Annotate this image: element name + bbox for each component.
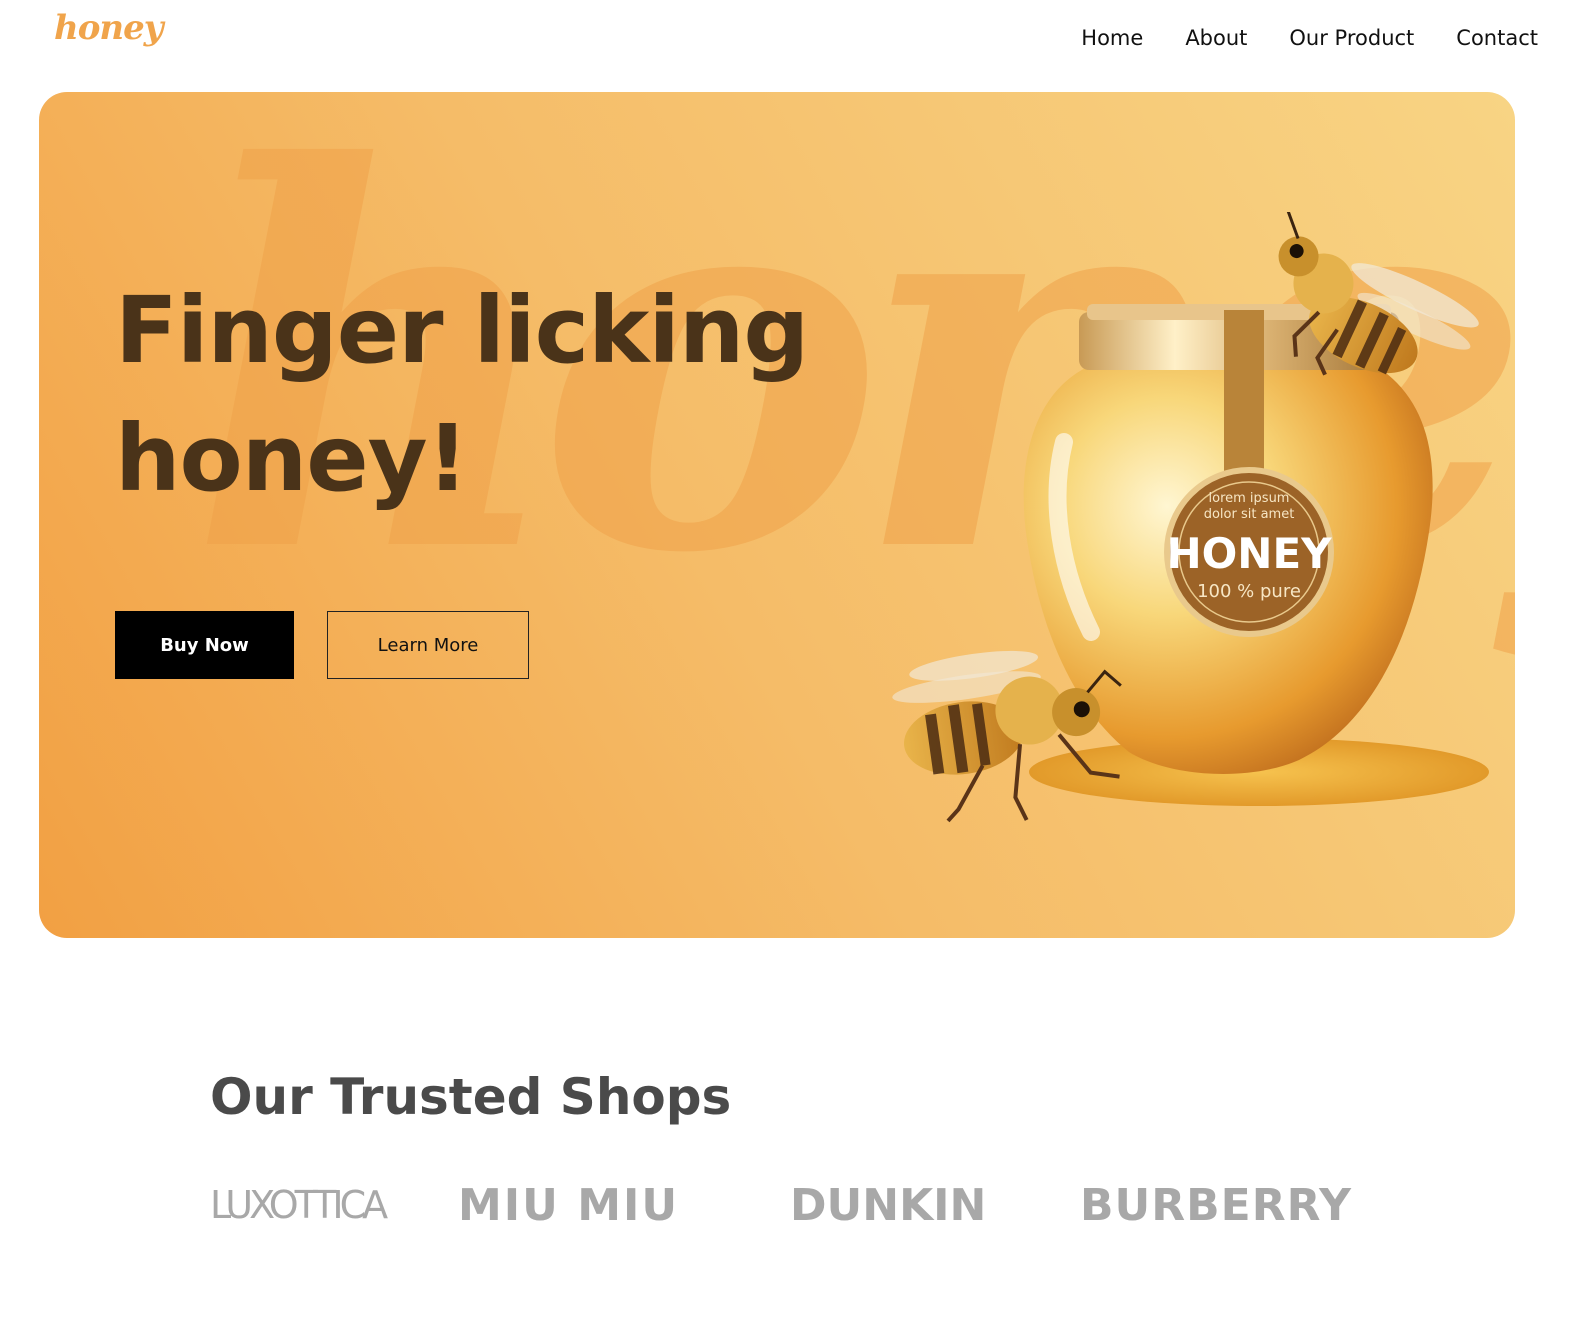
hero-banner: honey Finger licking honey! Buy Now Lear… xyxy=(39,92,1515,938)
hero-title-line1: Finger licking xyxy=(115,277,809,384)
nav-home[interactable]: Home xyxy=(1081,26,1143,50)
jar-ribbon xyxy=(1224,310,1264,490)
hero-title-line2: honey! xyxy=(115,405,469,512)
jar-label-line1: lorem ipsum xyxy=(1209,491,1290,506)
hero-title: Finger licking honey! xyxy=(115,267,875,523)
buy-now-button[interactable]: Buy Now xyxy=(115,611,294,679)
brand-miumiu-logo: MIU MIU xyxy=(458,1180,680,1231)
brand-luxottica-logo: LUXOTTICA xyxy=(210,1183,388,1227)
nav-our-product[interactable]: Our Product xyxy=(1289,26,1414,50)
learn-more-button[interactable]: Learn More xyxy=(327,611,529,679)
logo[interactable]: honey xyxy=(54,8,164,48)
trusted-shops-title: Our Trusted Shops xyxy=(210,1068,732,1126)
nav-contact[interactable]: Contact xyxy=(1456,26,1538,50)
nav-about[interactable]: About xyxy=(1185,26,1247,50)
jar-label-pure: 100 % pure xyxy=(1197,581,1301,602)
brand-burberry-logo: BURBERRY xyxy=(1080,1180,1352,1231)
honey-jar-illustration: lorem ipsum dolor sit amet HONEY 100 % p… xyxy=(892,212,1489,823)
jar-label-honey: HONEY xyxy=(1166,529,1332,578)
jar-label-line2: dolor sit amet xyxy=(1204,507,1295,522)
main-nav: Home About Our Product Contact xyxy=(1081,26,1538,50)
brand-dunkin-logo: DUNKIN xyxy=(790,1180,987,1231)
